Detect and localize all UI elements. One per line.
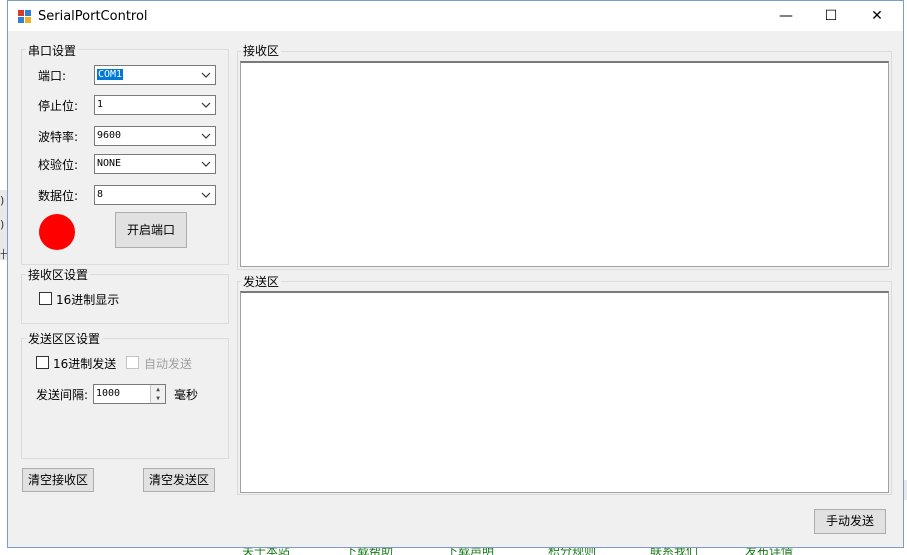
app-window: SerialPortControl — ☐ ✕ 串口设置 端口: COM1 停止… [7,0,904,548]
receive-area-title: 接收区 [241,42,282,59]
interval-spinner[interactable]: ▲ ▼ [150,385,165,403]
stopbits-value: 1 [97,99,104,110]
chevron-down-icon [201,72,211,78]
manual-send-button[interactable]: 手动发送 [814,509,886,534]
databits-select[interactable]: 8 [94,185,216,205]
baud-label: 波特率: [38,130,79,144]
hex-send-checkbox[interactable] [36,356,49,369]
send-textarea[interactable] [240,291,889,493]
interval-unit: 毫秒 [174,388,199,402]
parity-value: NONE [97,158,122,169]
receive-settings-title: 接收区设置 [26,266,91,283]
close-button[interactable]: ✕ [854,1,900,31]
spin-up-icon[interactable]: ▲ [151,385,165,394]
databits-value: 8 [97,189,104,200]
databits-label: 数据位: [38,189,79,203]
maximize-icon: ☐ [824,8,838,24]
window-title: SerialPortControl [38,9,148,24]
parity-label: 校验位: [38,158,79,172]
port-select[interactable]: COM1 [94,65,216,85]
auto-send-label: 自动发送 [144,357,193,371]
clear-send-button[interactable]: 清空发送区 [143,468,215,492]
background-fragment: ) [0,218,5,231]
chevron-down-icon [201,102,211,108]
interval-label: 发送间隔: [36,388,89,402]
port-status-indicator [39,214,75,250]
auto-send-checkbox[interactable] [126,356,139,369]
chevron-down-icon [201,192,211,198]
baud-select[interactable]: 9600 [94,126,216,146]
interval-value: 1000 [96,388,121,399]
app-icon [18,10,31,23]
hex-send-label: 16进制发送 [53,357,117,371]
port-label: 端口: [38,69,67,83]
clear-receive-button[interactable]: 清空接收区 [22,468,94,492]
chevron-down-icon [201,161,211,167]
send-settings-title: 发送区区设置 [26,330,103,347]
send-area-title: 发送区 [241,273,282,290]
title-bar[interactable]: SerialPortControl — ☐ ✕ [8,1,903,31]
receive-textarea[interactable] [240,61,889,267]
background-fragment: ) [0,194,5,207]
maximize-button[interactable]: ☐ [808,1,854,31]
baud-value: 9600 [97,130,122,141]
chevron-down-icon [201,133,211,139]
port-value: COM1 [97,69,124,80]
hex-display-checkbox[interactable] [39,292,52,305]
minimize-button[interactable]: — [763,1,809,31]
stopbits-label: 停止位: [38,99,79,113]
serial-settings-title: 串口设置 [26,42,79,59]
spin-down-icon[interactable]: ▼ [151,394,165,403]
minimize-icon: — [779,8,793,24]
close-icon: ✕ [871,8,883,24]
open-port-button[interactable]: 开启端口 [115,212,187,248]
stopbits-select[interactable]: 1 [94,95,216,115]
interval-input[interactable]: 1000 ▲ ▼ [93,384,166,404]
parity-select[interactable]: NONE [94,154,216,174]
hex-display-label: 16进制显示 [56,293,120,307]
